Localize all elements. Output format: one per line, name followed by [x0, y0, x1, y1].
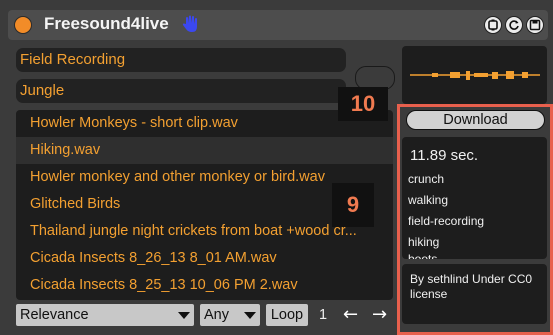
- refresh-icon: [509, 20, 519, 30]
- chevron-down-icon: [178, 312, 190, 319]
- license-text: By sethlind Under CC0 license: [410, 272, 533, 301]
- waveform-preview[interactable]: [402, 46, 547, 104]
- device-title: Freesound4live: [44, 14, 169, 33]
- settings-icon: [488, 19, 498, 31]
- loop-button[interactable]: Loop: [266, 304, 308, 326]
- tag-label: walking: [408, 193, 449, 207]
- device-settings-button[interactable]: [484, 16, 502, 34]
- license-panel: By sethlind Under CC0 license: [402, 264, 547, 324]
- waveform-graphic: [410, 71, 540, 80]
- filter-dropdown[interactable]: Any: [200, 304, 260, 326]
- list-item[interactable]: Hiking.wav: [16, 137, 393, 164]
- download-button[interactable]: Download: [406, 110, 545, 130]
- save-icon: [529, 19, 541, 31]
- annotation-badge-9: 9: [332, 183, 374, 227]
- search-query-field[interactable]: Field Recording: [16, 48, 346, 72]
- sort-dropdown[interactable]: Relevance: [16, 304, 194, 326]
- tag-label: boots: [408, 252, 438, 259]
- tag-label: hiking: [408, 235, 440, 249]
- list-item[interactable]: Cicada Insects 8_25_13 10_06 PM 2.wav: [16, 272, 393, 299]
- sound-info-panel: 11.89 sec. crunch walking field-recordin…: [402, 137, 547, 259]
- tag-label: crunch: [408, 172, 445, 186]
- tag-label: field-recording: [408, 214, 485, 228]
- sort-value: Relevance: [20, 307, 89, 323]
- list-item[interactable]: Howler Monkeys - short clip.wav: [16, 110, 393, 137]
- refresh-button[interactable]: [505, 16, 523, 34]
- filter-value: Any: [204, 307, 229, 323]
- page-number: 1: [319, 307, 328, 323]
- arrow-right-icon[interactable]: →: [372, 304, 387, 326]
- arrow-left-icon[interactable]: ←: [343, 304, 358, 326]
- list-item[interactable]: Cicada Insects 8_26_13 8_01 AM.wav: [16, 245, 393, 272]
- save-button[interactable]: [526, 16, 544, 34]
- duration-label: 11.89 sec.: [410, 147, 479, 164]
- freesound-device: Freesound4live Field Recording Jungle Ho…: [0, 0, 553, 335]
- device-activator-button[interactable]: [14, 16, 32, 34]
- annotation-badge-10: 10: [338, 87, 388, 121]
- title-bar: Freesound4live: [8, 10, 548, 40]
- hand-icon: [182, 15, 197, 32]
- tag-field[interactable]: Jungle: [16, 79, 346, 103]
- chevron-down-icon: [244, 312, 256, 319]
